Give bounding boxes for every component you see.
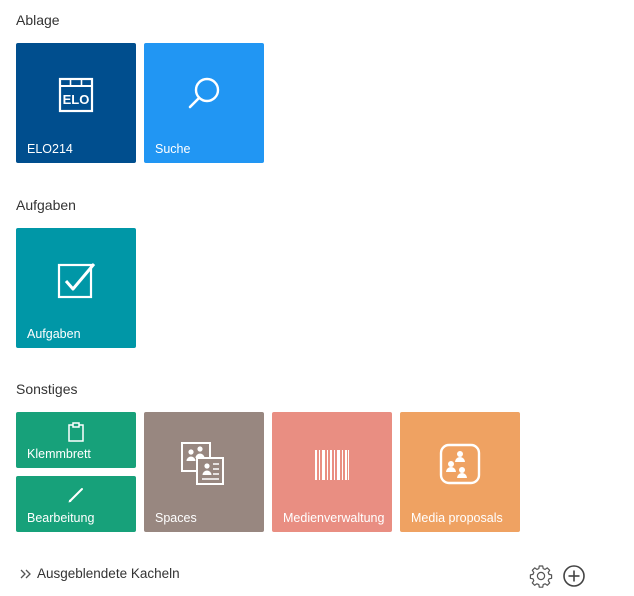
tile-spaces[interactable]: Spaces — [144, 412, 264, 532]
hidden-tiles-link[interactable]: Ausgeblendete Kacheln — [20, 566, 180, 581]
tile-clipboard-label: Klemmbrett — [27, 447, 91, 461]
checkbox-icon — [57, 263, 96, 299]
hidden-tiles-label: Ausgeblendete Kacheln — [37, 566, 180, 581]
double-chevron-right-icon — [20, 569, 31, 578]
gear-icon[interactable] — [529, 564, 553, 588]
section-title-sonstiges: Sonstiges — [16, 381, 78, 397]
plus-circle-icon[interactable] — [562, 564, 586, 588]
people-group-icon — [439, 443, 481, 485]
tile-elo[interactable]: ELO ELO214 — [16, 43, 136, 163]
tile-media[interactable]: Medienverwaltung — [272, 412, 392, 532]
tile-elo-label: ELO214 — [27, 142, 73, 156]
svg-text:ELO: ELO — [63, 92, 90, 107]
clipboard-icon — [68, 422, 84, 442]
section-title-aufgaben: Aufgaben — [16, 197, 76, 213]
tile-edit-label: Bearbeitung — [27, 511, 95, 525]
elo-logo-icon: ELO — [58, 77, 94, 113]
tile-proposals-label: Media proposals — [411, 511, 503, 525]
section-title-ablage: Ablage — [16, 12, 60, 28]
tile-media-label: Medienverwaltung — [283, 511, 385, 525]
tile-clipboard[interactable]: Klemmbrett — [16, 412, 136, 468]
tile-search[interactable]: Suche — [144, 43, 264, 163]
tile-spaces-label: Spaces — [155, 511, 197, 525]
tile-tasks[interactable]: Aufgaben — [16, 228, 136, 348]
spaces-icon — [181, 442, 224, 485]
pencil-icon — [68, 488, 83, 503]
tile-tasks-label: Aufgaben — [27, 327, 81, 341]
tile-search-label: Suche — [155, 142, 191, 156]
tile-proposals[interactable]: Media proposals — [400, 412, 520, 532]
search-icon — [188, 77, 220, 109]
tile-edit[interactable]: Bearbeitung — [16, 476, 136, 532]
barcode-icon — [315, 450, 349, 480]
